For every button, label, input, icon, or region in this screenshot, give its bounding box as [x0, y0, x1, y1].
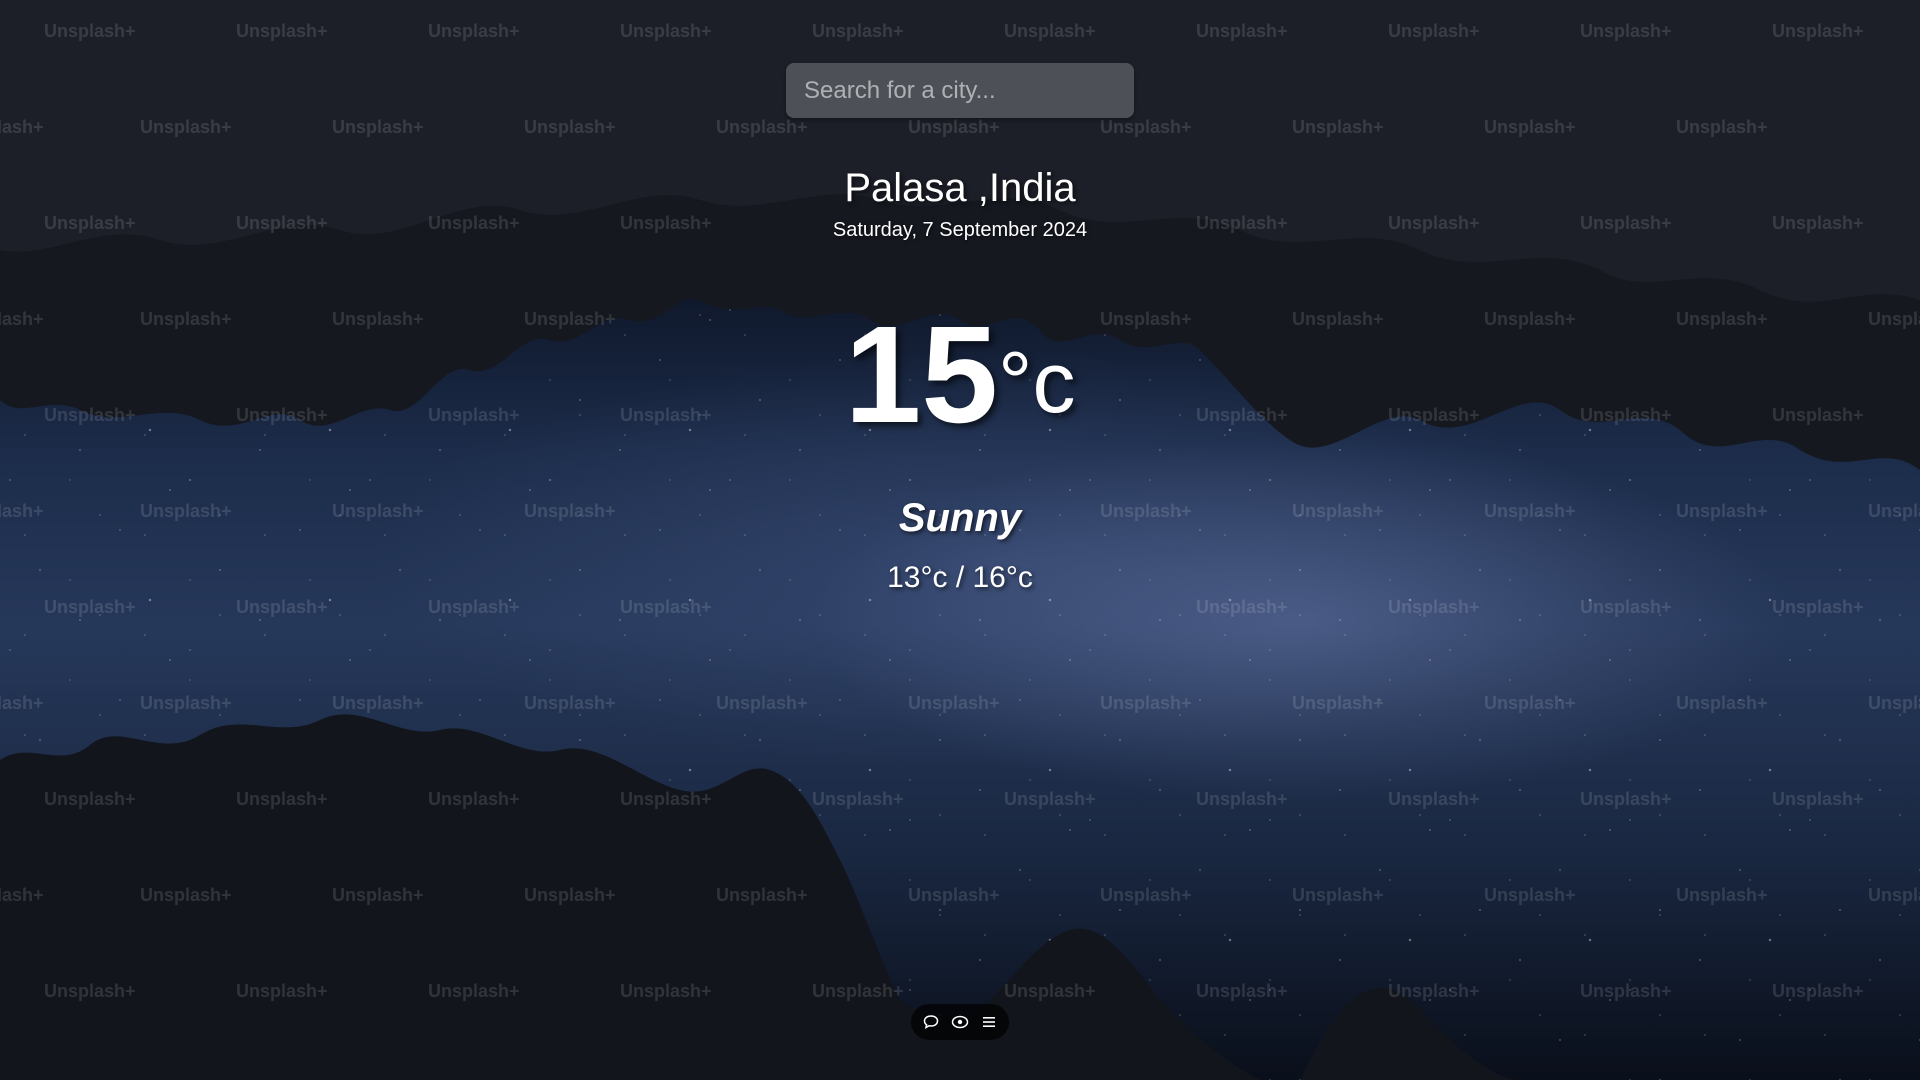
weather-condition: Sunny	[898, 496, 1022, 540]
location-name: Palasa ,India	[844, 166, 1076, 210]
eye-icon[interactable]	[948, 1010, 972, 1034]
temperature-unit: °c	[998, 335, 1076, 431]
city-search-input[interactable]	[786, 63, 1134, 118]
menu-icon[interactable]	[977, 1010, 1001, 1034]
current-date: Saturday, 7 September 2024	[832, 219, 1088, 241]
floating-toolbar	[911, 1004, 1009, 1040]
temperature-range: 13°c / 16°c	[887, 561, 1033, 594]
chat-icon[interactable]	[919, 1010, 943, 1034]
temperature-value: 15	[844, 298, 999, 452]
current-temperature: 15°c	[0, 300, 1920, 450]
